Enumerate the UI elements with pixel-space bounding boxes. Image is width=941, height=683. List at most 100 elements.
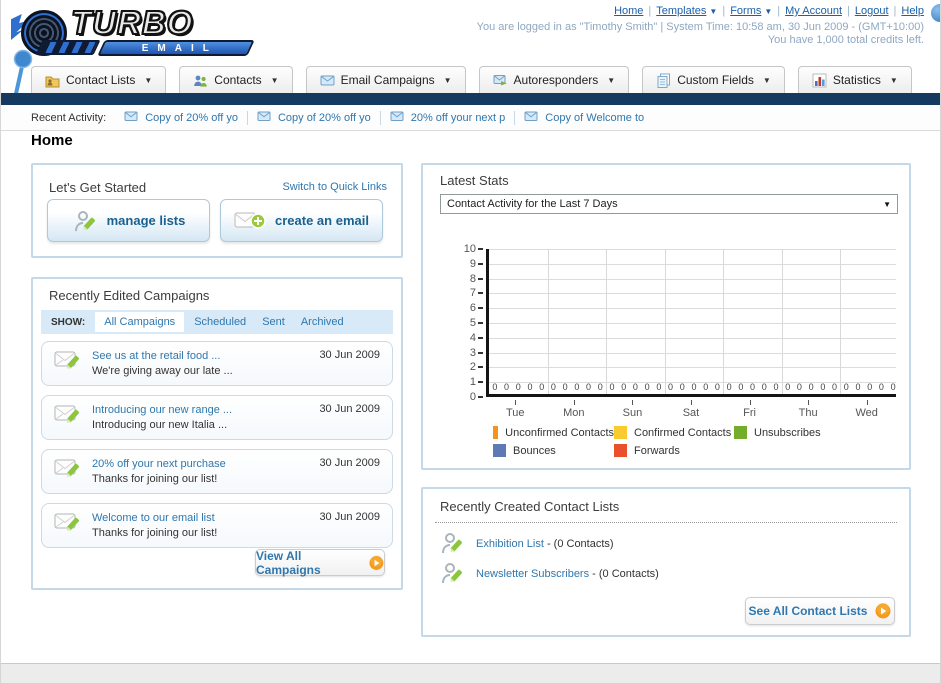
activity-item[interactable]: Copy of 20% off yo (124, 110, 238, 125)
legend-swatch (493, 426, 499, 439)
data-label: 0 (691, 382, 697, 392)
campaign-texts: 20% off your next purchase Thanks for joi… (92, 457, 226, 487)
x-tick-label: Sun (622, 407, 643, 419)
logo-stripes (35, 40, 101, 55)
x-tick-label: Wed (855, 407, 878, 419)
campaigns-panel-title: Recently Edited Campaigns (49, 288, 210, 303)
y-tick (478, 292, 483, 295)
filter-sent[interactable]: Sent (262, 316, 285, 328)
data-label: 0 (785, 382, 791, 392)
x-tick (573, 400, 575, 405)
x-gridline (723, 249, 725, 394)
envelope-pencil-icon (54, 513, 79, 531)
contact-list-row[interactable]: Newsletter Subscribers - (0 Contacts) (440, 559, 659, 589)
nav-link-forms[interactable]: Forms (730, 5, 761, 17)
campaign-texts: Introducing our new range ... Introducing… (92, 403, 232, 433)
chevron-down-icon: ▼ (762, 75, 771, 85)
y-tick (478, 277, 483, 280)
envelope-plus-icon (234, 212, 266, 229)
logo-word-turbo: TURBO (70, 3, 194, 42)
campaign-subtitle: Introducing our new Italia ... (92, 418, 228, 431)
nav-link-templates[interactable]: Templates (656, 5, 706, 17)
switch-quick-links-link[interactable]: Switch to Quick Links (282, 181, 387, 193)
y-tick-label: 9 (469, 257, 476, 270)
campaign-row[interactable]: 20% off your next purchase Thanks for joi… (41, 449, 393, 494)
contact-list-link[interactable]: Exhibition List (476, 538, 544, 550)
x-gridline (547, 249, 549, 394)
data-label: 0 (855, 382, 861, 392)
campaign-row[interactable]: Introducing our new range ... Introducing… (41, 395, 393, 440)
campaign-row[interactable]: See us at the retail food ... We're givin… (41, 341, 393, 386)
data-label: 0 (597, 382, 603, 392)
activity-item[interactable]: Copy of 20% off yo (257, 110, 371, 125)
data-label: 0 (515, 382, 521, 392)
small-envelope-icon (124, 111, 138, 121)
envelope-pencil-icon (54, 405, 79, 423)
tab-contacts[interactable]: Contacts ▼ (179, 66, 293, 93)
contact-list-row[interactable]: Exhibition List - (0 Contacts) (440, 529, 659, 559)
tab-contact-lists[interactable]: Contact Lists ▼ (31, 66, 167, 93)
chevron-down-icon: ▼ (883, 199, 891, 209)
filter-archived[interactable]: Archived (301, 316, 344, 328)
tab-email-campaigns[interactable]: Email Campaigns ▼ (305, 66, 466, 93)
campaign-subtitle: We're giving away our late ... (92, 364, 233, 377)
nav-link-help[interactable]: Help (901, 5, 924, 17)
campaign-title-link[interactable]: 20% off your next purchase (92, 458, 226, 470)
activity-item[interactable]: 20% off your next p (390, 110, 506, 125)
campaign-list: See us at the retail food ... We're givin… (41, 341, 393, 557)
filter-scheduled[interactable]: Scheduled (194, 316, 246, 328)
y-tick-label: 4 (469, 331, 476, 344)
campaign-row[interactable]: Welcome to our email list Thanks for join… (41, 503, 393, 548)
x-gridline (664, 249, 666, 394)
stats-period-select[interactable]: Contact Activity for the Last 7 Days ▼ (440, 194, 898, 214)
data-label: 0 (867, 382, 873, 392)
tab-autoresponders[interactable]: Autoresponders ▼ (478, 66, 630, 93)
activity-link[interactable]: Copy of 20% off yo (278, 112, 371, 124)
filter-all-campaigns[interactable]: All Campaigns (95, 312, 185, 332)
campaign-title-link[interactable]: Welcome to our email list (92, 512, 215, 524)
legend-label: Confirmed Contacts (634, 426, 732, 439)
tab-custom-fields[interactable]: Custom Fields ▼ (642, 66, 785, 93)
small-envelope-icon (390, 111, 404, 121)
legend-swatch (614, 426, 627, 439)
nav-link-home[interactable]: Home (614, 5, 643, 17)
activity-item[interactable]: Copy of Welcome to (524, 110, 644, 125)
tab-label: Contact Lists (66, 73, 136, 87)
credits-info: You have 1,000 total credits left. (767, 34, 924, 46)
person-pencil-icon (442, 562, 462, 583)
manage-lists-button[interactable]: manage lists (47, 199, 210, 242)
y-tick-label: 3 (469, 346, 476, 359)
view-all-campaigns-button[interactable]: View All Campaigns (255, 549, 385, 577)
y-tick-label: 6 (469, 302, 476, 315)
activity-link[interactable]: 20% off your next p (411, 112, 506, 124)
create-email-button[interactable]: create an email (220, 199, 383, 242)
chart-legend: Unconfirmed Contacts Confirmed Contacts Un… (493, 426, 821, 457)
y-tick (478, 248, 483, 250)
tab-statistics[interactable]: Statistics ▼ (797, 66, 912, 93)
y-tick-label: 0 (469, 391, 476, 403)
data-label: 0 (632, 382, 638, 392)
dotted-divider (435, 522, 897, 523)
activity-link[interactable]: Copy of Welcome to (545, 112, 644, 124)
y-gridline (489, 293, 896, 295)
data-label: 0 (621, 382, 627, 392)
see-all-contact-lists-button[interactable]: See All Contact Lists (745, 597, 895, 625)
activity-link[interactable]: Copy of 20% off yo (145, 112, 238, 124)
chevron-down-icon: ▼ (144, 75, 153, 85)
top-nav: Home | Templates ▼ | Forms ▼ | My Account | Logout… (614, 5, 924, 17)
data-label: 0 (703, 382, 709, 392)
x-tick (749, 400, 751, 405)
legend-swatch (734, 426, 747, 439)
data-label: 0 (644, 382, 650, 392)
activity-divider (514, 110, 516, 125)
nav-link-my-account[interactable]: My Account (785, 5, 842, 17)
campaign-title-link[interactable]: See us at the retail food ... (92, 350, 220, 362)
data-label: 0 (586, 382, 592, 392)
nav-link-logout[interactable]: Logout (855, 5, 889, 17)
contact-list-detail: - (0 Contacts) (592, 568, 659, 580)
campaign-filter-bar: SHOW: All Campaigns Scheduled Sent Archived (41, 310, 393, 334)
campaign-title-link[interactable]: Introducing our new range ... (92, 404, 232, 416)
campaign-texts: Welcome to our email list Thanks for join… (92, 511, 217, 541)
contact-list-link[interactable]: Newsletter Subscribers (476, 568, 589, 580)
y-tick (478, 366, 483, 369)
